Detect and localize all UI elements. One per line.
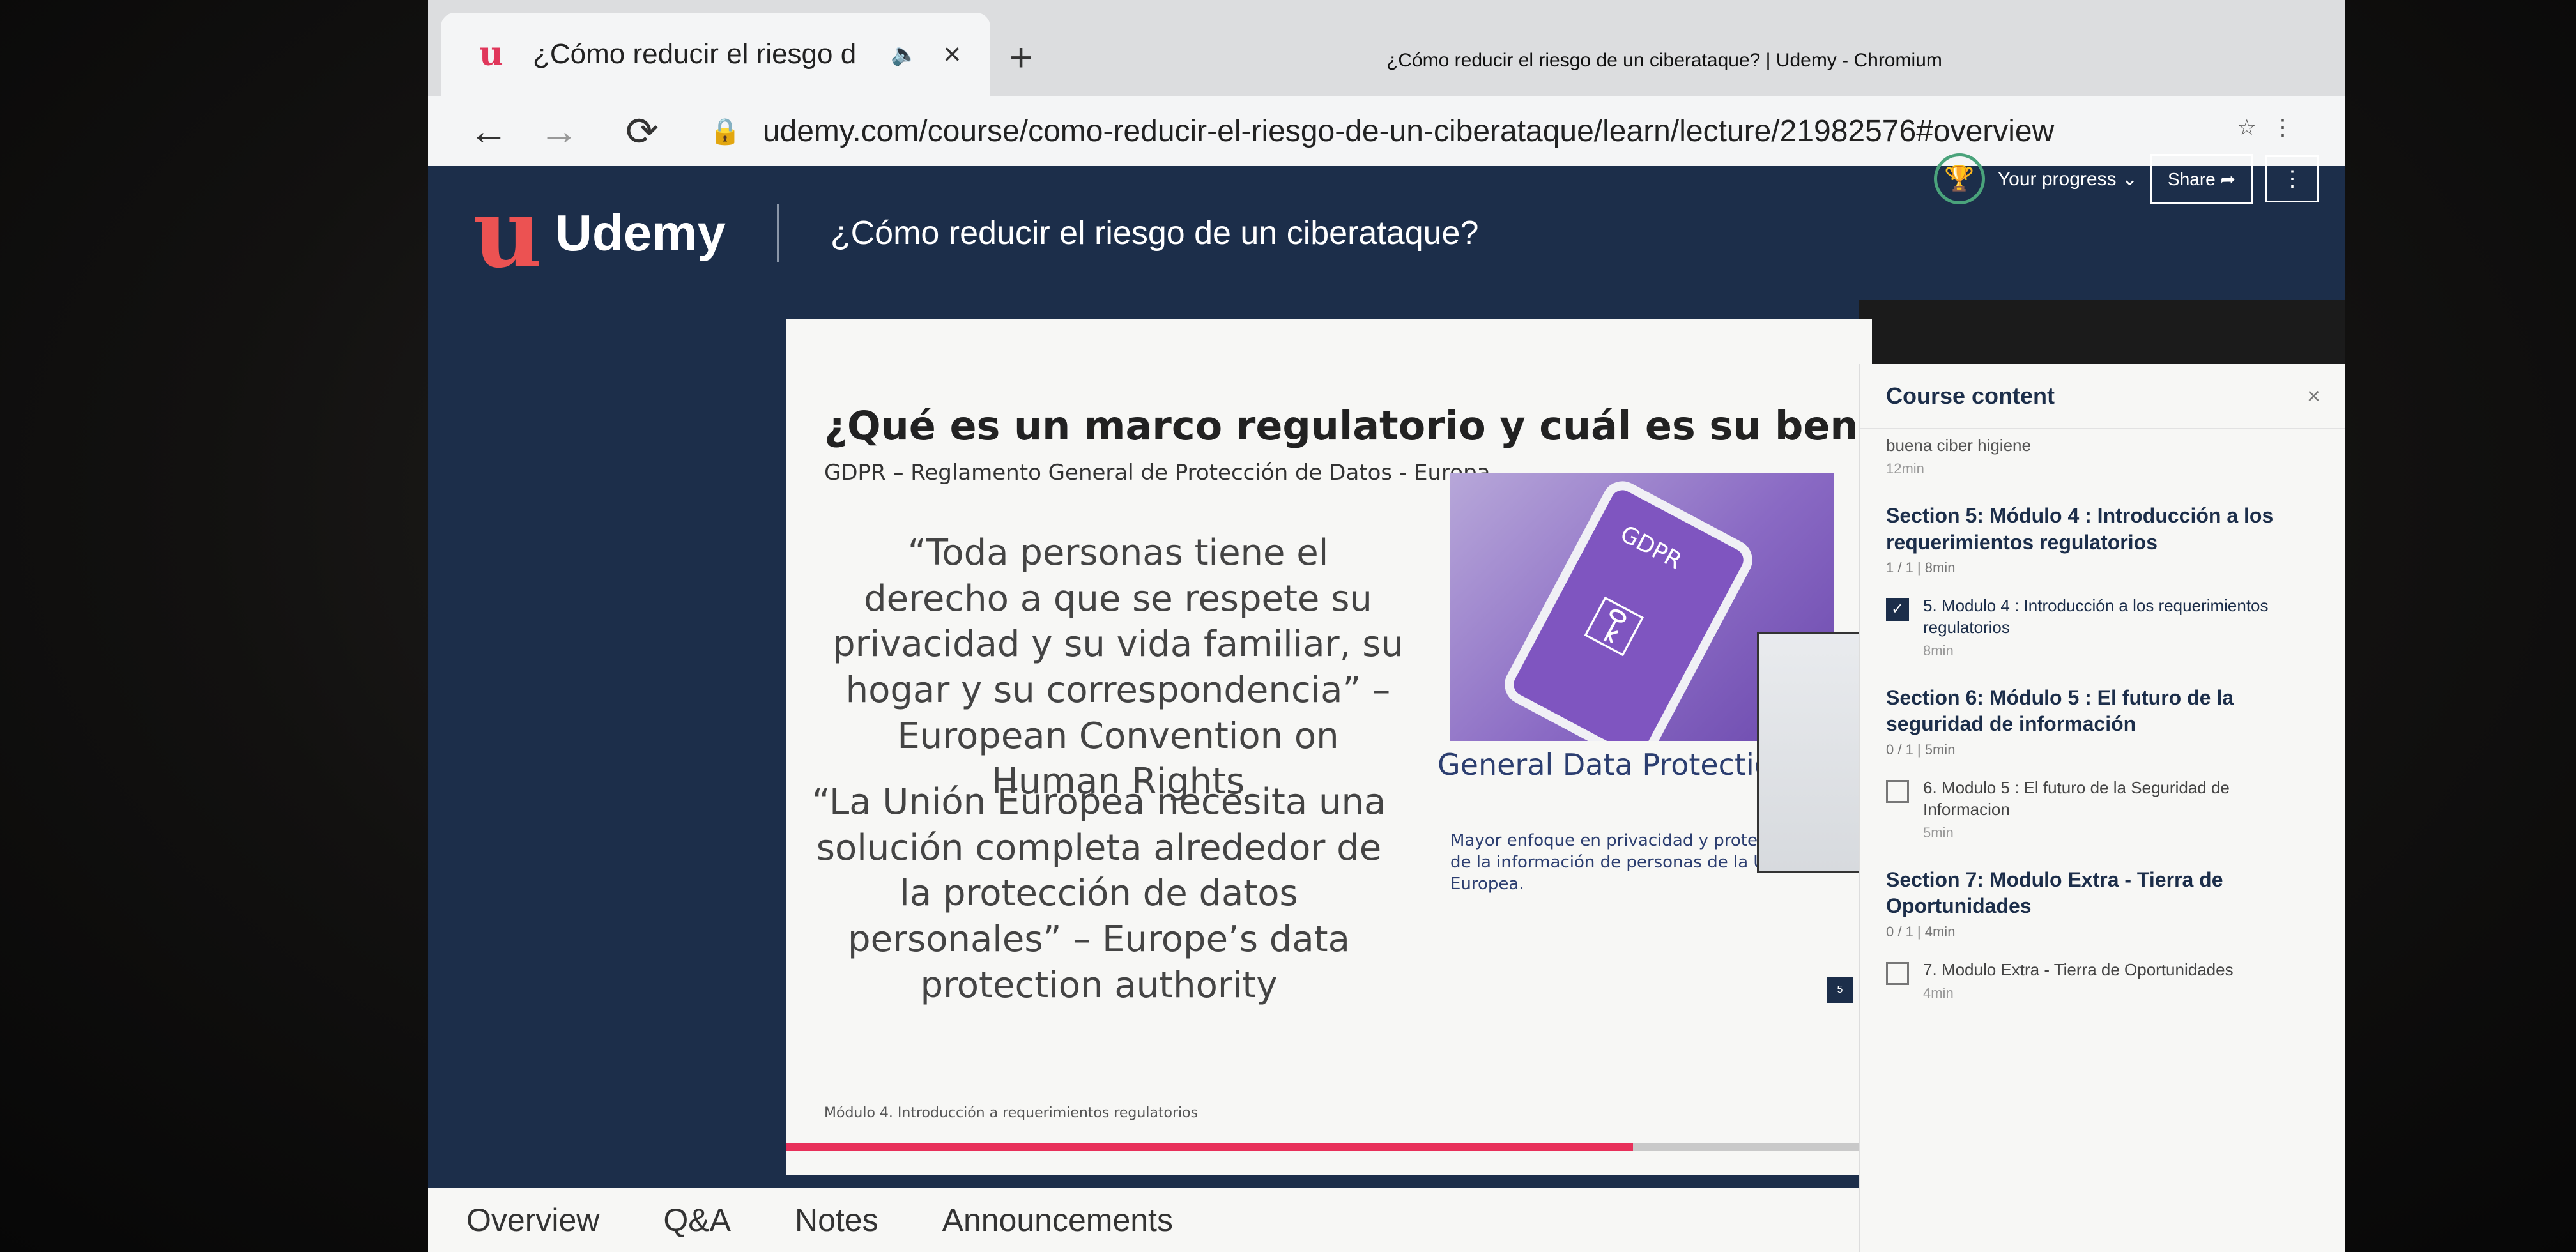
section-meta: 0 / 1 | 5min (1886, 741, 1956, 758)
phone-graphic: GDPR ⚿ (1498, 474, 1759, 741)
reload-icon[interactable]: ⟳ (620, 108, 664, 155)
lecture-item[interactable]: 6. Modulo 5 : El futuro de la Seguridad … (1860, 765, 2345, 848)
toolbar-actions: ☆ ⋮ (2237, 115, 2294, 141)
sidebar-title: Course content (1886, 383, 2055, 409)
lecture-checkbox[interactable]: ✓ (1886, 598, 1909, 622)
section-header[interactable]: Section 5: Módulo 4 : Introducción a los… (1860, 484, 2345, 583)
quote-echr: “Toda personas tiene el derecho a que se… (832, 532, 1404, 803)
section-meta: 1 / 1 | 8min (1886, 560, 1956, 576)
browser-tab[interactable]: u ¿Cómo reducir el riesgo d 🔈 × (441, 13, 990, 96)
more-options-button[interactable]: ⋮ (2266, 155, 2319, 202)
forward-icon[interactable]: → (537, 109, 581, 154)
star-icon[interactable]: ☆ (2237, 115, 2257, 141)
lecture-title: 6. Modulo 5 : El futuro de la Seguridad … (1923, 777, 2230, 819)
section-title: Section 7: Modulo Extra - Tierra de Opor… (1886, 867, 2223, 918)
slide-footer: Módulo 4. Introducción a requerimientos … (824, 1105, 1199, 1121)
sidebar-header: Course content × (1860, 364, 2345, 429)
tab-strip: u ¿Cómo reducir el riesgo d 🔈 × + ¿Cómo … (428, 0, 2345, 96)
address-bar[interactable]: 🔒 udemy.com/course/como-reducir-el-riesg… (709, 114, 2054, 149)
video-progress-fill (786, 1143, 1633, 1151)
lecture-item[interactable]: ✓ 5. Modulo 4 : Introducción a los reque… (1860, 583, 2345, 666)
tab-announcements[interactable]: Announcements (942, 1202, 1173, 1239)
section-header[interactable]: Section 7: Modulo Extra - Tierra de Opor… (1860, 848, 2345, 947)
lecture-duration: 12min (1886, 461, 1924, 477)
section-title: Section 6: Módulo 5 : El futuro de la se… (1886, 685, 2234, 736)
lecture-duration: 4min (1923, 984, 1954, 1001)
lecture-checkbox[interactable] (1886, 961, 1909, 985)
lecture-title: 5. Modulo 4 : Introducción a los requeri… (1923, 596, 2269, 637)
phone-label: GDPR (1616, 521, 1686, 575)
new-tab-button[interactable]: + (1009, 38, 1032, 78)
header-actions: 🏆 Your progress ⌄ Share ➦ ⋮ (1933, 153, 2319, 204)
close-icon[interactable]: × (2307, 383, 2320, 409)
video-progress-bar[interactable] (786, 1143, 1872, 1151)
window-title: ¿Cómo reducir el riesgo de un ciberataqu… (1386, 50, 1942, 71)
speaker-icon[interactable]: 🔈 (891, 42, 917, 67)
udemy-favicon-icon: u (479, 34, 503, 73)
section-meta: 0 / 1 | 4min (1886, 923, 1956, 940)
tab-qa[interactable]: Q&A (663, 1202, 731, 1239)
udemy-logo-text[interactable]: Udemy (555, 204, 726, 263)
course-title[interactable]: ¿Cómo reducir el riesgo de un ciberataqu… (831, 214, 1479, 252)
slide-subheading: GDPR – Reglamento General de Protección … (824, 460, 1491, 485)
udemy-logo-icon[interactable]: u (473, 185, 542, 281)
screen: u ¿Cómo reducir el riesgo d 🔈 × + ¿Cómo … (428, 0, 2345, 1252)
lock-icon[interactable]: 🔒 (709, 116, 741, 146)
menu-icon[interactable]: ⋮ (2272, 115, 2294, 141)
key-icon: ⚿ (1575, 583, 1652, 670)
presenter-webcam (1757, 632, 1872, 873)
lecture-tabs: Overview Q&A Notes Announcements (428, 1188, 1859, 1252)
image-note: Mayor enfoque en privacidad y protección… (1450, 831, 1802, 894)
section-title: Section 5: Módulo 4 : Introducción a los… (1886, 504, 2274, 554)
course-content-sidebar: Course content × buena ciber higiene 12m… (1859, 364, 2345, 1252)
lecture-duration: 8min (1923, 642, 1954, 659)
lecture-item[interactable]: buena ciber higiene 12min (1860, 429, 2345, 484)
lecture-slide[interactable]: ¿Qué es un marco regulatorio y cuál es s… (786, 319, 1872, 1175)
header-divider (776, 204, 779, 262)
slide-heading: ¿Qué es un marco regulatorio y cuál es s… (824, 402, 1872, 449)
share-button[interactable]: Share ➦ (2150, 153, 2253, 204)
lecture-checkbox[interactable] (1886, 779, 1909, 803)
url-text[interactable]: udemy.com/course/como-reducir-el-riesgo-… (763, 114, 2054, 149)
tab-notes[interactable]: Notes (795, 1202, 878, 1239)
lecture-item[interactable]: 7. Modulo Extra - Tierra de Oportunidade… (1860, 947, 2345, 1008)
lecture-title: buena ciber higiene (1886, 436, 2031, 455)
back-icon[interactable]: ← (466, 109, 511, 154)
lecture-duration: 5min (1923, 824, 1954, 841)
trophy-icon[interactable]: 🏆 (1933, 153, 1985, 204)
close-icon[interactable]: × (943, 37, 961, 72)
section-header[interactable]: Section 6: Módulo 5 : El futuro de la se… (1860, 666, 2345, 765)
tab-title: ¿Cómo reducir el riesgo d (533, 38, 857, 70)
tab-overview[interactable]: Overview (466, 1202, 599, 1239)
your-progress-button[interactable]: Your progress ⌄ (1998, 168, 2138, 190)
lecture-title: 7. Modulo Extra - Tierra de Oportunidade… (1923, 959, 2234, 979)
slide-page-number: 5 (1827, 977, 1853, 1003)
quote-eu-authority: “La Unión Europea necesita una solución … (811, 781, 1386, 1006)
